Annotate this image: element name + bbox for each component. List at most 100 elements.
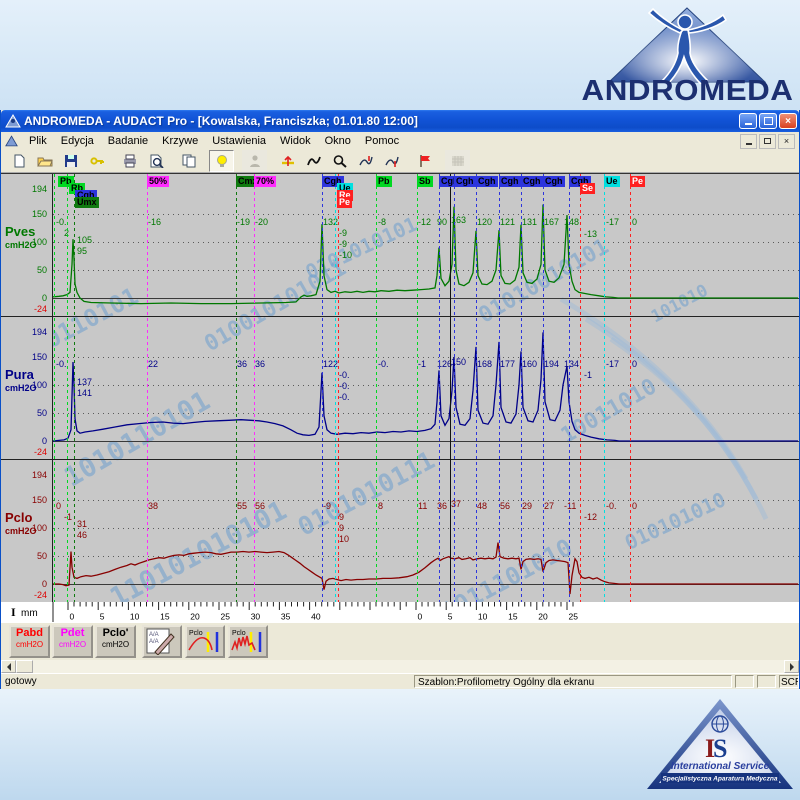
status-scroll-lock: SCRL: [779, 675, 799, 688]
key-icon: [89, 154, 105, 168]
y-tick-label: 0: [1, 437, 47, 446]
horizontal-scrollbar[interactable]: [1, 660, 799, 673]
person-icon: [247, 154, 263, 168]
toolbar-button-zoom[interactable]: [327, 150, 352, 172]
toolbar-button-pattern: [445, 150, 470, 172]
value-label: 56: [500, 502, 510, 511]
menu-item-okno[interactable]: Okno: [318, 134, 358, 148]
value-label: -0.: [606, 502, 617, 511]
menu-bar: PlikEdycjaBadanieKrzyweUstawieniaWidokOk…: [1, 132, 799, 151]
tool-button-pclo-jagged-curve[interactable]: Pclo: [228, 625, 268, 658]
minimize-button[interactable]: [739, 113, 757, 129]
toolbar-button-save[interactable]: [58, 150, 83, 172]
svg-text:0: 0: [70, 612, 75, 622]
toolbar-button-marker-up[interactable]: [353, 150, 378, 172]
menu-item-badanie[interactable]: Badanie: [101, 134, 155, 148]
channel-button-label: Pdet: [54, 627, 91, 640]
toolbar-button-new[interactable]: [6, 150, 31, 172]
value-label: 10: [339, 535, 349, 544]
menu-item-krzywe[interactable]: Krzywe: [155, 134, 205, 148]
y-tick-label: 50: [1, 552, 47, 561]
event-marker-cgh[interactable]: Cgh: [454, 176, 476, 187]
event-marker-cgh[interactable]: Cgh: [521, 176, 543, 187]
menu-item-edycja[interactable]: Edycja: [54, 134, 101, 148]
event-marker-se[interactable]: Se: [580, 183, 595, 194]
andromeda-triangle-icon: [585, 6, 790, 84]
event-marker-cgh[interactable]: Cgh: [499, 176, 521, 187]
scroll-left-button[interactable]: [1, 660, 16, 673]
event-marker-50pct[interactable]: 50%: [147, 176, 169, 187]
channel-name: Pves: [5, 224, 35, 239]
value-label: 0: [632, 502, 637, 511]
svg-text:20: 20: [190, 612, 200, 622]
event-marker-umx[interactable]: Umx: [75, 197, 99, 208]
is-logo-line2: Specjalistyczna Aparatura Medyczna: [662, 776, 778, 783]
y-tick-label: 194: [1, 185, 47, 194]
svg-text:A/A: A/A: [149, 639, 159, 645]
toolbar-button-print-preview[interactable]: [143, 150, 168, 172]
svg-text:25: 25: [221, 612, 231, 622]
y-tick-label: 100: [1, 238, 47, 247]
value-label: 9: [339, 524, 344, 533]
value-label: 56: [255, 502, 265, 511]
channel-button-pabd[interactable]: PabdcmH2O: [9, 625, 50, 658]
toolbar-button-marker-down[interactable]: [379, 150, 404, 172]
toolbar-button-print[interactable]: [117, 150, 142, 172]
international-service-logo: I S International Service Specjalistyczn…: [645, 697, 795, 793]
value-label: -17: [606, 218, 619, 227]
mdi-restore-button[interactable]: [759, 134, 776, 149]
maximize-button[interactable]: [759, 113, 777, 129]
event-marker-cgh[interactable]: Cgh: [476, 176, 498, 187]
event-marker-sb[interactable]: Sb: [417, 176, 433, 187]
toolbar-button-scale-axes[interactable]: [275, 150, 300, 172]
cursor-line[interactable]: [450, 174, 451, 603]
mdi-minimize-button[interactable]: [740, 134, 757, 149]
toolbar-separator: [169, 151, 176, 171]
event-marker-cgh[interactable]: Cgh: [543, 176, 565, 187]
screen: ANDROMEDA ANDROMEDA - AUDACT Pro - [Kowa…: [0, 0, 800, 800]
toolbar-button-key[interactable]: [84, 150, 109, 172]
right-arrow-icon: [790, 663, 798, 671]
value-label: 0: [56, 502, 61, 511]
toolbar-button-flag[interactable]: [412, 150, 437, 172]
title-bar[interactable]: ANDROMEDA - AUDACT Pro - [Kowalska, Fran…: [1, 110, 799, 132]
tool-button-notes-pencil[interactable]: A/AA/A: [142, 625, 182, 658]
value-label: 29: [522, 502, 532, 511]
y-tick-label: 194: [1, 471, 47, 480]
event-marker-ue[interactable]: Ue: [604, 176, 620, 187]
event-marker-70pct[interactable]: 70%: [254, 176, 276, 187]
menu-item-pomoc[interactable]: Pomoc: [358, 134, 406, 148]
menu-item-plik[interactable]: Plik: [22, 134, 54, 148]
value-label: 120: [477, 218, 492, 227]
svg-text:Pclo: Pclo: [189, 630, 203, 637]
axis-scale-icon: [280, 154, 296, 168]
event-marker-pe[interactable]: Pe: [630, 176, 645, 187]
grid-pattern-icon: [450, 154, 466, 168]
y-tick-label: 0: [1, 580, 47, 589]
value-label: 48: [477, 502, 487, 511]
y-tick-label: 150: [1, 496, 47, 505]
svg-text:mm: mm: [21, 608, 38, 619]
value-label: 122: [323, 360, 338, 369]
mdi-close-button[interactable]: ×: [778, 134, 795, 149]
scrollbar-thumb[interactable]: [16, 660, 33, 673]
chart-area[interactable]: 0110101101011010111010101010101001010101…: [1, 173, 799, 603]
svg-text:15: 15: [160, 612, 170, 622]
footer-area: I S International Service Specjalistyczn…: [0, 689, 800, 800]
channel-button-pclo[interactable]: Pclo'cmH2O: [95, 625, 136, 658]
toolbar-button-copy[interactable]: [176, 150, 201, 172]
close-button[interactable]: ×: [779, 113, 797, 129]
channel-button-pdet[interactable]: PdetcmH2O: [52, 625, 93, 658]
event-marker-pe[interactable]: Pe: [337, 197, 352, 208]
toolbar-button-highlight-lamp[interactable]: [209, 150, 234, 172]
channel-buttons-row: PabdcmH2OPdetcmH2OPclo'cmH2OA/AA/A Pclo Pc…: [1, 623, 799, 661]
toolbar-button-curves[interactable]: [301, 150, 326, 172]
tool-button-pclo-smooth-curve[interactable]: Pclo: [185, 625, 225, 658]
toolbar-button-open[interactable]: [32, 150, 57, 172]
distance-ruler: Imm05101520253035400510152025: [1, 602, 799, 624]
menu-item-widok[interactable]: Widok: [273, 134, 318, 148]
menu-item-ustawienia[interactable]: Ustawienia: [205, 134, 273, 148]
event-marker-pb[interactable]: Pb: [376, 176, 392, 187]
scroll-right-button[interactable]: [784, 660, 799, 673]
value-label: 150: [451, 358, 466, 367]
